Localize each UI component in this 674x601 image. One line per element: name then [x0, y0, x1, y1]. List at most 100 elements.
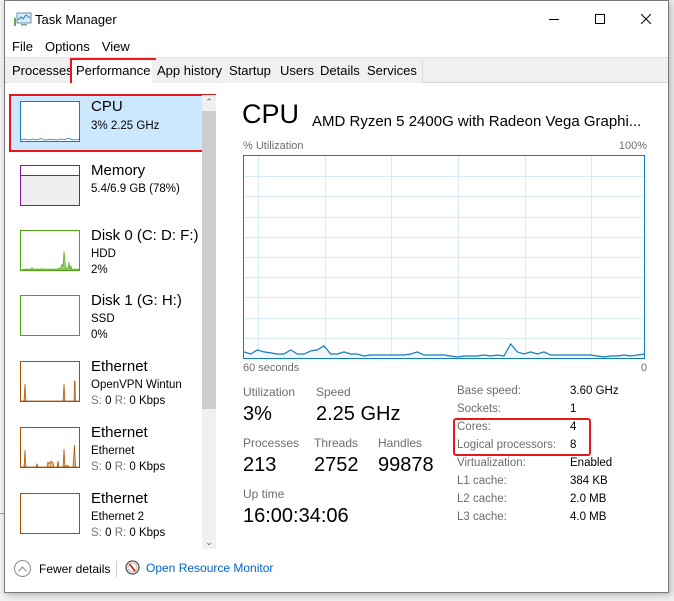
speed-label: Speed — [316, 385, 351, 399]
chevron-up-icon — [14, 560, 31, 577]
sidebar-item-name: Ethernet — [91, 424, 148, 441]
scroll-down-arrow-icon[interactable]: ⌄ — [202, 535, 216, 549]
processes-label: Processes — [243, 436, 300, 450]
sidebar-item-type: SSD — [91, 313, 115, 325]
performance-panel: CPU 3% 2.25 GHz Memory 5.4/6.9 GB (78%) … — [5, 83, 668, 550]
disk-1-thumbnail-graph — [20, 295, 80, 336]
sidebar-item-detail: 0% — [91, 329, 108, 341]
handles-label: Handles — [378, 436, 423, 450]
sidebar-item-throughput: S: 0 R: 0 Kbps — [91, 527, 166, 539]
threads-value: 2752 — [314, 454, 359, 476]
sidebar-item-ethernet[interactable]: Ethernet Ethernet S: 0 R: 0 Kbps — [10, 421, 216, 483]
uptime-value: 16:00:34:06 — [243, 505, 349, 527]
graph-y-axis-label: % Utilization — [243, 140, 304, 152]
sidebar-item-type: HDD — [91, 248, 116, 260]
sidebar-item-adapter: Ethernet 2 — [91, 511, 145, 523]
tab-processes[interactable]: Processes — [7, 60, 79, 83]
sidebar-item-detail: 3% 2.25 GHz — [91, 120, 160, 132]
sidebar-item-name: Ethernet — [91, 358, 148, 375]
menu-view[interactable]: View — [96, 37, 136, 57]
menu-file[interactable]: File — [5, 37, 39, 57]
sidebar-item-memory[interactable]: Memory 5.4/6.9 GB (78%) — [10, 159, 216, 221]
maximize-icon — [595, 14, 605, 24]
open-resource-monitor-link[interactable]: Open Resource Monitor — [125, 560, 273, 575]
resource-list: CPU 3% 2.25 GHz Memory 5.4/6.9 GB (78%) … — [5, 91, 216, 549]
footer-divider — [116, 561, 117, 577]
scrollbar-thumb[interactable] — [202, 111, 216, 409]
sidebar-item-disk-1[interactable]: Disk 1 (G: H:) SSD 0% — [10, 289, 216, 351]
tab-details[interactable]: Details — [315, 60, 366, 83]
minimize-icon — [549, 19, 559, 20]
memory-usage-fill — [21, 174, 79, 205]
l3-cache-label: L3 cache: — [457, 511, 507, 523]
close-button[interactable] — [623, 1, 669, 37]
sidebar-item-disk-0[interactable]: Disk 0 (C: D: F:) HDD 2% — [10, 224, 216, 286]
sidebar-item-detail: 2% — [91, 264, 108, 276]
menu-options[interactable]: Options — [39, 37, 96, 57]
sidebar-item-name: Disk 1 (G: H:) — [91, 292, 182, 309]
sidebar-item-cpu[interactable]: CPU 3% 2.25 GHz — [9, 94, 216, 152]
ethernet-openvpn-thumbnail-graph — [20, 361, 80, 402]
cpu-thumbnail-graph — [20, 101, 80, 142]
footer-bar: Fewer details Open Resource Monitor — [5, 550, 668, 592]
sockets-value: 1 — [570, 403, 577, 415]
l2-cache-label: L2 cache: — [457, 493, 507, 505]
tab-services[interactable]: Services — [362, 60, 423, 83]
window-title: Task Manager — [35, 12, 117, 27]
l1-cache-value: 384 KB — [570, 475, 608, 487]
cpu-series-area — [244, 343, 644, 358]
resource-title: CPU — [242, 99, 300, 129]
sidebar-item-adapter: OpenVPN Wintun — [91, 379, 182, 391]
sidebar-item-adapter: Ethernet — [91, 445, 135, 457]
cpu-model-name: AMD Ryzen 5 2400G with Radeon Vega Graph… — [312, 113, 642, 130]
sidebar-item-name: Disk 0 (C: D: F:) — [91, 227, 199, 244]
scroll-up-arrow-icon[interactable]: ⌃ — [202, 95, 216, 109]
disk-0-thumbnail-graph — [20, 230, 80, 271]
virtualization-value: Enabled — [570, 457, 613, 469]
task-manager-window: Task Manager File Options View Processes… — [4, 0, 669, 593]
cpu-utilization-graph — [243, 155, 645, 359]
tab-startup[interactable]: Startup — [224, 60, 277, 83]
minimize-button[interactable] — [531, 1, 577, 37]
cpu-detail-pane: CPU AMD Ryzen 5 2400G with Radeon Vega G… — [241, 83, 651, 549]
sidebar-item-name: Memory — [91, 162, 146, 179]
resource-monitor-icon — [125, 560, 140, 575]
sidebar-item-detail: 5.4/6.9 GB (78%) — [91, 183, 180, 195]
menu-bar: File Options View — [5, 37, 668, 57]
l2-cache-value: 2.0 MB — [570, 493, 607, 505]
fewer-details-button[interactable]: Fewer details — [14, 560, 110, 577]
tab-app-history[interactable]: App history — [152, 60, 229, 83]
ethernet-2-thumbnail-graph — [20, 493, 80, 534]
graph-x-right-label: 0 — [640, 362, 647, 374]
title-bar[interactable]: Task Manager — [5, 1, 668, 37]
sidebar-item-name: Ethernet — [91, 490, 148, 507]
sidebar-scrollbar[interactable]: ⌃ ⌄ — [202, 95, 216, 549]
close-icon — [641, 14, 651, 24]
task-manager-app-icon — [14, 12, 32, 26]
speed-value: 2.25 GHz — [316, 403, 401, 425]
ethernet-thumbnail-graph — [20, 427, 80, 468]
base-speed-value: 3.60 GHz — [570, 385, 619, 397]
memory-thumbnail-graph — [20, 165, 80, 206]
uptime-label: Up time — [243, 487, 285, 501]
sidebar-item-ethernet-2[interactable]: Ethernet Ethernet 2 S: 0 R: 0 Kbps — [10, 487, 216, 549]
graph-x-left-label: 60 seconds — [243, 362, 300, 374]
sidebar-item-throughput: S: 0 R: 0 Kbps — [91, 395, 166, 407]
open-resource-monitor-label: Open Resource Monitor — [146, 560, 274, 575]
cores-highlight-annotation — [453, 418, 591, 456]
tab-users[interactable]: Users — [275, 60, 320, 83]
cpu-utilization-chart — [243, 156, 645, 358]
sidebar-item-name: CPU — [91, 98, 123, 115]
graph-y-max-label: 100% — [618, 140, 647, 152]
sidebar-item-throughput: S: 0 R: 0 Kbps — [91, 461, 166, 473]
utilization-value: 3% — [243, 403, 272, 425]
processes-value: 213 — [243, 454, 277, 476]
l1-cache-label: L1 cache: — [457, 475, 507, 487]
sidebar-item-ethernet-openvpn[interactable]: Ethernet OpenVPN Wintun S: 0 R: 0 Kbps — [10, 355, 216, 417]
fewer-details-label: Fewer details — [39, 561, 111, 576]
tab-performance[interactable]: Performance — [70, 58, 157, 84]
tab-strip: Processes Performance App history Startu… — [5, 57, 668, 84]
maximize-button[interactable] — [577, 1, 623, 37]
l3-cache-value: 4.0 MB — [570, 511, 607, 523]
virtualization-label: Virtualization: — [457, 457, 526, 469]
